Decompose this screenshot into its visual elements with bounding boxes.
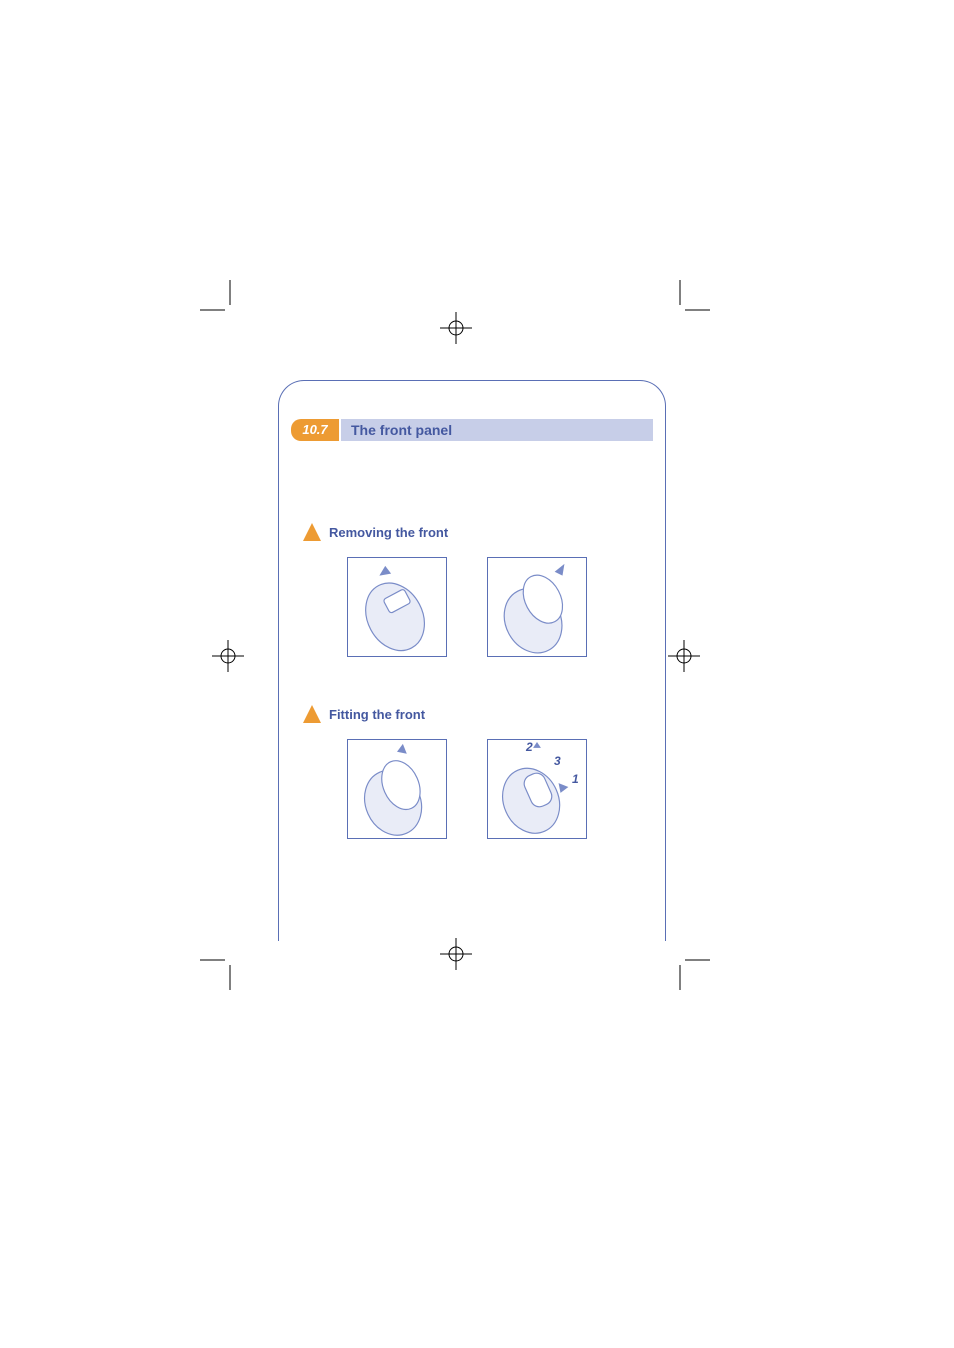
subsection-label: Removing the front (329, 525, 448, 540)
triangle-marker-icon (303, 705, 321, 723)
reg-mark-bottom (440, 938, 472, 970)
crop-mark-tl (200, 280, 240, 320)
phone-illustration-icon (488, 558, 586, 656)
step-number: 3 (554, 754, 561, 768)
reg-mark-left (212, 640, 244, 672)
figure-fit-1 (347, 739, 447, 839)
reg-mark-top (440, 312, 472, 344)
subsection-label: Fitting the front (329, 707, 425, 722)
crop-mark-tr (670, 280, 710, 320)
triangle-marker-icon (303, 523, 321, 541)
figure-remove-2 (487, 557, 587, 657)
subsection-fitting: Fitting the front (303, 705, 425, 723)
figure-remove-1 (347, 557, 447, 657)
crop-mark-br (670, 950, 710, 990)
crop-mark-bl (200, 950, 240, 990)
reg-mark-right (668, 640, 700, 672)
subsection-removing: Removing the front (303, 523, 448, 541)
manual-page: 10.7 The front panel Removing the front … (278, 380, 666, 941)
section-title: The front panel (341, 419, 653, 441)
figure-fit-2: 2 3 1 (487, 739, 587, 839)
phone-illustration-icon (348, 558, 446, 656)
section-header: 10.7 The front panel (291, 419, 653, 441)
step-number: 1 (572, 772, 579, 786)
phone-illustration-icon (348, 740, 446, 838)
step-number: 2 (526, 740, 533, 754)
section-number-badge: 10.7 (291, 419, 339, 441)
phone-illustration-icon (488, 740, 586, 838)
